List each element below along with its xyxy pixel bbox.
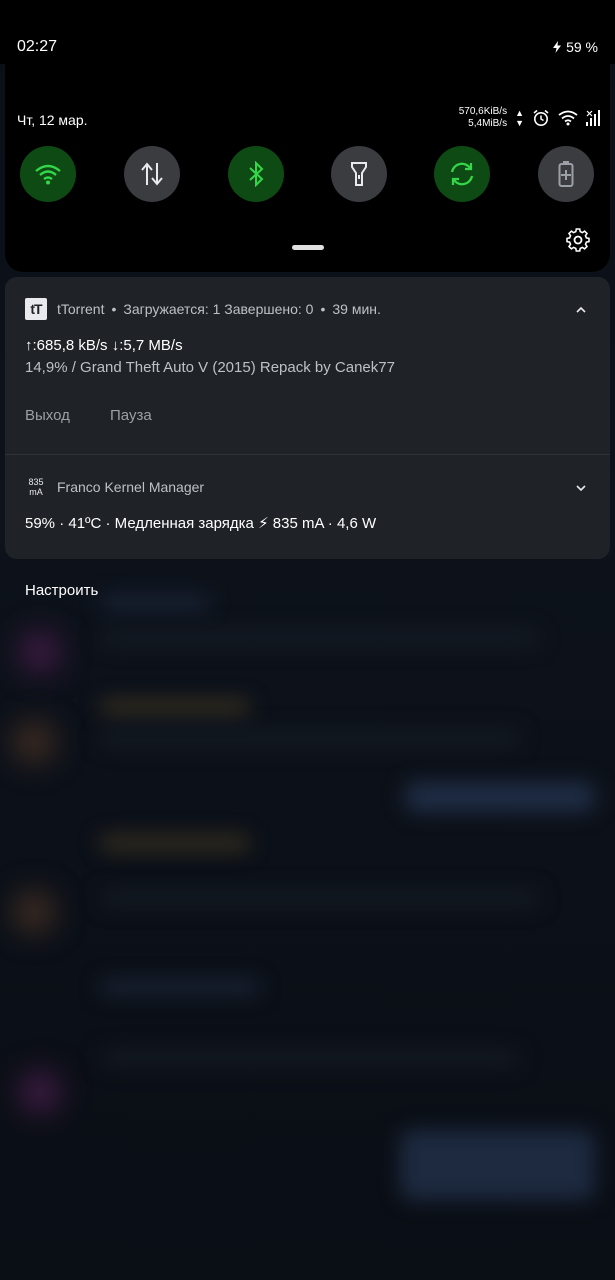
lightning-icon	[553, 41, 562, 53]
ttorrent-app-icon: tT	[25, 298, 47, 320]
bluetooth-icon	[249, 161, 264, 187]
alarm-icon	[533, 109, 549, 126]
franco-app-icon: 835 mA	[28, 477, 44, 497]
clock: 02:27	[17, 38, 58, 55]
ttorrent-app-name: tTorrent	[57, 301, 105, 317]
date-label: Чт, 12 мар.	[17, 112, 88, 128]
ttorrent-speed: ↑:685,8 kB/s ↓:5,7 MB/s	[25, 337, 183, 354]
battery-status: 59 %	[552, 39, 598, 55]
expand-handle[interactable]	[292, 245, 324, 250]
divider	[5, 454, 610, 455]
wifi-tile[interactable]	[20, 146, 76, 202]
gear-icon[interactable]	[566, 228, 590, 252]
flashlight-icon	[351, 162, 367, 186]
chevron-up-icon[interactable]	[574, 303, 588, 317]
franco-battery-info: 59% · 41ºC · Медленная зарядка ⚡ 835 mA …	[25, 515, 377, 532]
separator-dot: •	[320, 301, 326, 317]
battery-saver-tile[interactable]	[538, 146, 594, 202]
pause-button[interactable]: Пауза	[110, 407, 152, 424]
ttorrent-header[interactable]: tT tTorrent • Загружается: 1 Завершено: …	[25, 298, 381, 320]
separator-dot: •	[111, 301, 117, 317]
customize-button[interactable]: Настроить	[25, 582, 98, 599]
battery-saver-icon	[558, 161, 574, 187]
franco-header[interactable]: 835 mA Franco Kernel Manager	[25, 476, 204, 498]
wifi-icon	[35, 164, 61, 185]
franco-app-name: Franco Kernel Manager	[57, 479, 205, 495]
bluetooth-tile[interactable]	[228, 146, 284, 202]
auto-rotate-tile[interactable]	[434, 146, 490, 202]
ttorrent-time: 39 мин.	[332, 301, 381, 317]
quick-settings-panel: Чт, 12 мар. 570,6KiB/s 5,4MiB/s ▲ ▼	[5, 62, 610, 272]
ttorrent-progress: 14,9% / Grand Theft Auto V (2015) Repack…	[25, 359, 395, 376]
status-bar: 02:27 59 %	[0, 0, 615, 64]
signal-icon	[586, 110, 600, 126]
chevron-down-icon[interactable]	[574, 481, 588, 495]
rotate-icon	[450, 162, 474, 186]
battery-percent: 59 %	[566, 39, 598, 55]
exit-button[interactable]: Выход	[25, 407, 70, 424]
flashlight-tile[interactable]	[331, 146, 387, 202]
ttorrent-summary: Загружается: 1 Завершено: 0	[123, 301, 314, 317]
qs-status-icons: 570,6KiB/s 5,4MiB/s ▲ ▼	[459, 106, 600, 130]
wifi-icon	[558, 110, 578, 126]
network-speed: 570,6KiB/s 5,4MiB/s	[458, 106, 508, 129]
notification-card: tT tTorrent • Загружается: 1 Завершено: …	[5, 277, 610, 559]
data-arrows-icon	[141, 162, 163, 186]
quick-tiles	[19, 146, 594, 204]
mobile-data-tile[interactable]	[124, 146, 180, 202]
speed-arrows-icon: ▲ ▼	[515, 108, 524, 128]
